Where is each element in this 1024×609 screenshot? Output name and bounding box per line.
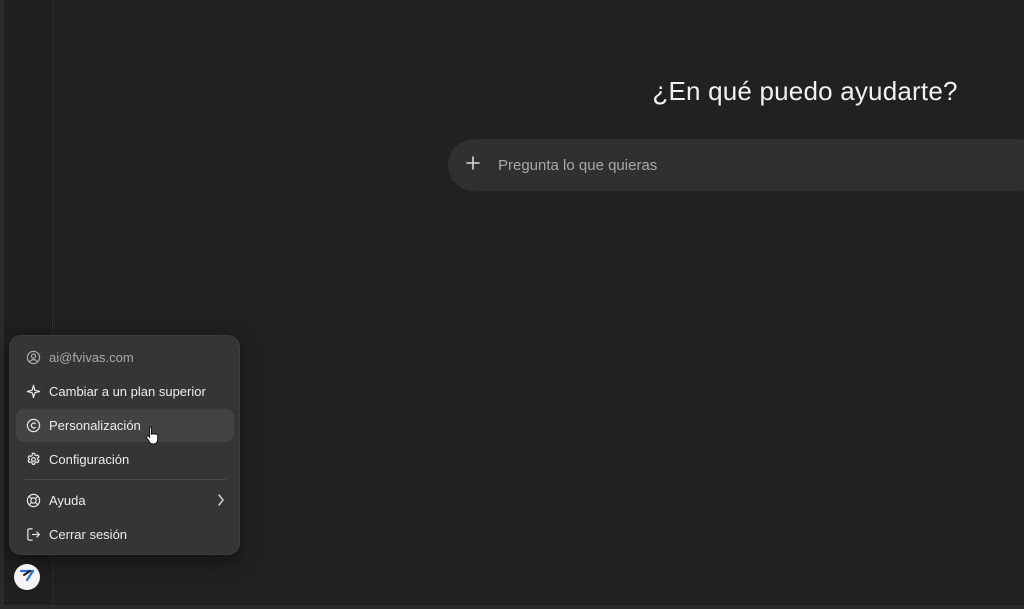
plus-icon: [465, 155, 481, 176]
window-bottom-edge: [0, 605, 1024, 609]
sparkle-icon: [25, 383, 42, 400]
lifebuoy-icon: [25, 492, 42, 509]
menu-item-settings[interactable]: Configuración: [16, 443, 234, 476]
account-menu: ai@fvivas.com Cambiar a un plan superior…: [9, 335, 240, 555]
personalize-icon: [25, 417, 42, 434]
app-screen: ¿En qué puedo ayudarte? ai@fvivas.com: [0, 0, 1024, 609]
account-avatar-button[interactable]: [14, 564, 40, 590]
page-title: ¿En qué puedo ayudarte?: [652, 76, 958, 106]
account-email-item: ai@fvivas.com: [16, 341, 234, 374]
logout-icon: [25, 526, 42, 543]
menu-item-label: Configuración: [49, 452, 130, 467]
chevron-right-icon: [216, 493, 226, 510]
menu-item-logout[interactable]: Cerrar sesión: [16, 518, 234, 551]
logo-icon: [18, 566, 36, 589]
menu-divider: [25, 479, 226, 480]
gear-icon: [25, 451, 42, 468]
add-attachment-button[interactable]: [448, 139, 498, 191]
menu-item-label: Ayuda: [49, 493, 86, 508]
menu-item-personalization[interactable]: Personalización: [16, 409, 234, 442]
prompt-input[interactable]: [498, 156, 978, 174]
menu-item-label: Personalización: [49, 418, 141, 433]
menu-item-label: Cambiar a un plan superior: [49, 384, 206, 399]
hand-pointer-cursor: [145, 425, 161, 450]
menu-item-label: Cerrar sesión: [49, 527, 128, 542]
prompt-composer[interactable]: [448, 139, 1024, 191]
menu-item-upgrade[interactable]: Cambiar a un plan superior: [16, 375, 234, 408]
menu-item-help[interactable]: Ayuda: [16, 484, 234, 517]
account-email: ai@fvivas.com: [49, 350, 134, 365]
user-circle-icon: [25, 349, 42, 366]
